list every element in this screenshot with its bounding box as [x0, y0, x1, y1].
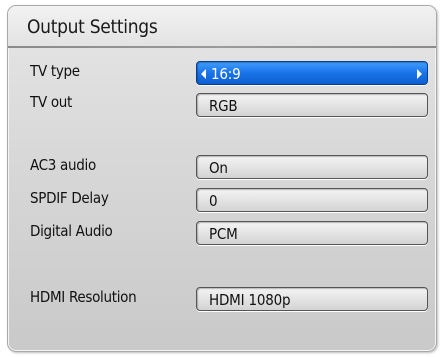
spdif-delay-value: 0 — [209, 192, 218, 210]
hdmi-resolution-value: HDMI 1080p — [209, 291, 291, 309]
tv-type-label: TV type — [30, 62, 80, 80]
ac3-audio-selector[interactable]: On — [196, 155, 428, 179]
tv-type-value: 16:9 — [211, 65, 241, 83]
spdif-delay-label: SPDIF Delay — [30, 189, 109, 207]
digital-audio-selector[interactable]: PCM — [196, 221, 428, 245]
spdif-delay-selector[interactable]: 0 — [196, 188, 428, 212]
arrow-right-icon[interactable] — [417, 69, 422, 79]
tv-type-selector[interactable]: 16:9 — [196, 61, 428, 85]
ac3-audio-label: AC3 audio — [30, 156, 96, 174]
tv-out-value: RGB — [209, 97, 238, 115]
output-settings-panel: Output Settings TV type 16:9 TV out RGB … — [7, 5, 437, 352]
page-title: Output Settings — [27, 16, 158, 38]
arrow-left-icon[interactable] — [201, 69, 206, 79]
digital-audio-value: PCM — [209, 225, 238, 243]
tv-out-label: TV out — [30, 93, 73, 111]
header-divider — [8, 46, 436, 48]
header: Output Settings — [8, 6, 436, 46]
hdmi-resolution-label: HDMI Resolution — [30, 288, 137, 306]
ac3-audio-value: On — [209, 159, 228, 177]
tv-out-selector[interactable]: RGB — [196, 93, 428, 117]
hdmi-resolution-selector[interactable]: HDMI 1080p — [196, 287, 428, 311]
digital-audio-label: Digital Audio — [30, 222, 113, 240]
